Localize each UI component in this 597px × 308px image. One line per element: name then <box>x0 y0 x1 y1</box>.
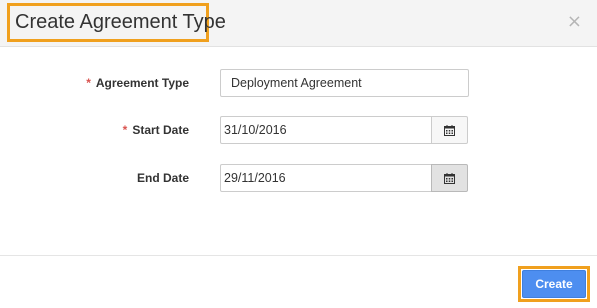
agreement-type-row: * Agreement Type Deployment Agreement <box>0 69 597 97</box>
start-date-calendar-button[interactable] <box>431 116 468 144</box>
end-date-label: End Date <box>137 164 189 192</box>
calendar-icon <box>444 124 455 136</box>
end-date-label-text: End Date <box>136 171 189 185</box>
dialog-title: Create Agreement Type <box>15 11 226 33</box>
required-marker: * <box>86 76 91 90</box>
dialog-footer: Create <box>0 255 597 308</box>
start-date-label: * Start Date <box>123 116 189 144</box>
dialog-header: Create Agreement Type × <box>0 0 597 47</box>
start-date-row: * Start Date 31/10/2016 <box>0 116 597 144</box>
close-icon[interactable]: × <box>567 13 582 31</box>
agreement-type-label: * Agreement Type <box>86 69 189 97</box>
create-agreement-type-dialog: Create Agreement Type × * Agreement Type … <box>0 0 597 308</box>
create-button-highlight: Create <box>518 266 590 302</box>
end-date-input[interactable]: 29/11/2016 <box>220 164 432 192</box>
agreement-type-input[interactable]: Deployment Agreement <box>220 69 469 97</box>
start-date-input[interactable]: 31/10/2016 <box>220 116 432 144</box>
title-highlight: Create Agreement Type <box>7 3 226 42</box>
end-date-row: End Date 29/11/2016 <box>0 164 597 192</box>
end-date-calendar-button[interactable] <box>431 164 468 192</box>
create-button[interactable]: Create <box>522 270 586 298</box>
required-marker: * <box>122 123 128 137</box>
agreement-type-label-text: Agreement Type <box>95 76 189 90</box>
calendar-icon <box>444 172 455 184</box>
start-date-label-text: Start Date <box>132 123 189 137</box>
